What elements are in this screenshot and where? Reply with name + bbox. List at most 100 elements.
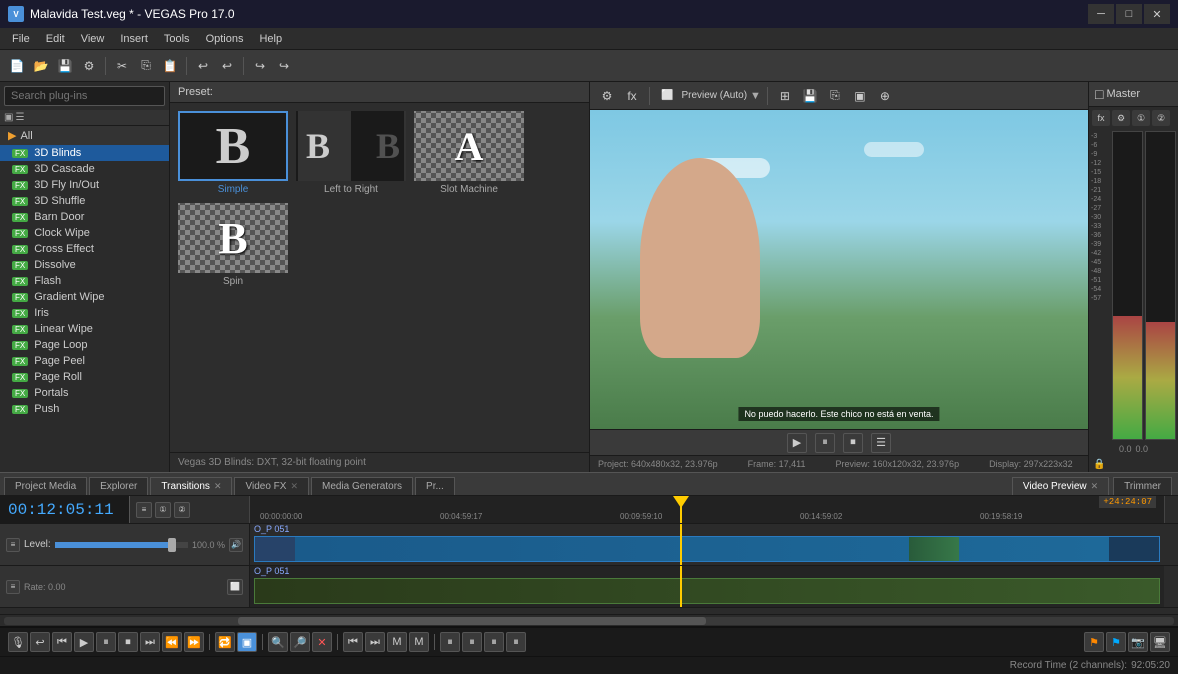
preset-ltr[interactable]: B B Left to Right	[296, 111, 406, 195]
track-menu-btn-audio[interactable]: ≡	[6, 580, 20, 594]
menu-edit[interactable]: Edit	[38, 31, 73, 47]
preview-fx-button[interactable]: fx	[621, 85, 643, 107]
paste-button[interactable]: 📋	[159, 55, 181, 77]
close-button[interactable]: ✕	[1144, 4, 1170, 24]
plugin-gradient-wipe[interactable]: FX Gradient Wipe	[0, 289, 169, 305]
tl-ctrl-3[interactable]: ②	[174, 502, 190, 518]
menu-file[interactable]: File	[4, 31, 38, 47]
tab-transitions[interactable]: Transitions ✕	[150, 477, 232, 495]
properties-button[interactable]: ⚙	[78, 55, 100, 77]
cut-button[interactable]: ✂	[111, 55, 133, 77]
plugin-page-roll[interactable]: FX Page Roll	[0, 369, 169, 385]
transport-zoom-out-btn[interactable]: 🔍	[268, 632, 288, 652]
tab-video-preview[interactable]: Video Preview ✕	[1012, 477, 1109, 495]
preview-extra-button[interactable]: ▣	[849, 85, 871, 107]
play-button[interactable]: ▶	[787, 433, 807, 453]
preview-copy-button[interactable]: ⎘	[824, 85, 846, 107]
plugin-3d-fly[interactable]: FX 3D Fly In/Out	[0, 177, 169, 193]
plugin-push[interactable]: FX Push	[0, 401, 169, 417]
redo2-button[interactable]: ↪	[273, 55, 295, 77]
transport-rewind-btn[interactable]: ↩	[30, 632, 50, 652]
tree-all-item[interactable]: ▶ All	[0, 126, 169, 145]
transport-x2-btn[interactable]: ⏸	[462, 632, 482, 652]
expand-icon[interactable]: ☰	[15, 112, 24, 123]
menu-button[interactable]: ☰	[871, 433, 891, 453]
tab-pr[interactable]: Pr...	[415, 477, 455, 495]
master-v2-button[interactable]: ②	[1152, 110, 1170, 126]
transport-play-btn[interactable]: ▶	[74, 632, 94, 652]
preview-dropdown-icon[interactable]: ▼	[750, 90, 761, 102]
transport-flag1-btn[interactable]: ⚑	[1084, 632, 1104, 652]
preview-mode-button[interactable]: ⬜	[656, 85, 678, 107]
transport-x3-btn[interactable]: ⏸	[484, 632, 504, 652]
plugin-clock-wipe[interactable]: FX Clock Wipe	[0, 225, 169, 241]
video-clip[interactable]	[254, 536, 1160, 562]
preset-slot[interactable]: A Slot Machine	[414, 111, 524, 195]
redo-button[interactable]: ↪	[249, 55, 271, 77]
plugin-cross-effect[interactable]: FX Cross Effect	[0, 241, 169, 257]
track-audio-mute[interactable]: ⬜	[227, 579, 243, 595]
level-handle[interactable]	[168, 538, 176, 552]
hscroll-thumb[interactable]	[238, 617, 706, 625]
plugin-3d-cascade[interactable]: FX 3D Cascade	[0, 161, 169, 177]
transport-next-btn[interactable]: ⏭	[365, 632, 385, 652]
preview-settings-button[interactable]: ⚙	[596, 85, 618, 107]
menu-help[interactable]: Help	[251, 31, 290, 47]
preview-zoom-button[interactable]: ⊕	[874, 85, 896, 107]
tab-video-preview-close[interactable]: ✕	[1091, 481, 1099, 492]
collapse-icon[interactable]: ▣	[4, 112, 13, 123]
master-fx-button[interactable]: fx	[1092, 110, 1110, 126]
plugin-barn-door[interactable]: FX Barn Door	[0, 209, 169, 225]
transport-zoom-in-btn[interactable]: 🔎	[290, 632, 310, 652]
tab-transitions-close[interactable]: ✕	[214, 481, 222, 492]
plugin-page-peel[interactable]: FX Page Peel	[0, 353, 169, 369]
plugin-dissolve[interactable]: FX Dissolve	[0, 257, 169, 273]
tl-ctrl-2[interactable]: ①	[155, 502, 171, 518]
transport-x4-btn[interactable]: ⏸	[506, 632, 526, 652]
transport-loop-btn[interactable]: 🔁	[215, 632, 235, 652]
undo2-button[interactable]: ↩	[216, 55, 238, 77]
master-gear-button[interactable]: ⚙	[1112, 110, 1130, 126]
maximize-button[interactable]: □	[1116, 4, 1142, 24]
track-menu-btn[interactable]: ≡	[6, 538, 20, 552]
open-button[interactable]: 📂	[30, 55, 52, 77]
transport-snap-btn[interactable]: ▣	[237, 632, 257, 652]
pause-button[interactable]: ⏸	[815, 433, 835, 453]
transport-stepfwd-btn[interactable]: ⏩	[184, 632, 204, 652]
plugin-portals[interactable]: FX Portals	[0, 385, 169, 401]
plugin-3d-shuffle[interactable]: FX 3D Shuffle	[0, 193, 169, 209]
preview-save-button[interactable]: 💾	[799, 85, 821, 107]
tab-media-generators[interactable]: Media Generators	[311, 477, 413, 495]
track-scrollbar-a[interactable]	[1164, 566, 1178, 607]
stop-button[interactable]: ⏹	[843, 433, 863, 453]
menu-options[interactable]: Options	[198, 31, 252, 47]
transport-m1-btn[interactable]: M	[387, 632, 407, 652]
track-scrollbar-v[interactable]	[1164, 524, 1178, 565]
preview-grid-button[interactable]: ⊞	[774, 85, 796, 107]
minimize-button[interactable]: ─	[1088, 4, 1114, 24]
tl-ctrl-1[interactable]: ≡	[136, 502, 152, 518]
transport-stepback-btn[interactable]: ⏪	[162, 632, 182, 652]
plugin-page-loop[interactable]: FX Page Loop	[0, 337, 169, 353]
tab-video-fx-close[interactable]: ✕	[290, 481, 298, 492]
transport-prev-btn[interactable]: ⏮	[343, 632, 363, 652]
plugin-3d-blinds[interactable]: FX 3D Blinds	[0, 145, 169, 161]
tab-project-media[interactable]: Project Media	[4, 477, 87, 495]
preset-spin[interactable]: B Spin	[178, 203, 288, 287]
transport-cut2-btn[interactable]: ✕	[312, 632, 332, 652]
track-mute-btn[interactable]: 🔊	[229, 538, 243, 552]
plugin-linear-wipe[interactable]: FX Linear Wipe	[0, 321, 169, 337]
menu-tools[interactable]: Tools	[156, 31, 198, 47]
menu-view[interactable]: View	[73, 31, 113, 47]
transport-pause-btn[interactable]: ⏸	[96, 632, 116, 652]
plugin-flash[interactable]: FX Flash	[0, 273, 169, 289]
level-slider-video[interactable]	[55, 542, 188, 548]
preset-simple[interactable]: B Simple	[178, 111, 288, 195]
tab-video-fx[interactable]: Video FX ✕	[234, 477, 309, 495]
plugin-iris[interactable]: FX Iris	[0, 305, 169, 321]
transport-m2-btn[interactable]: M	[409, 632, 429, 652]
transport-stop-btn[interactable]: ⏹	[118, 632, 138, 652]
transport-skipfwd-btn[interactable]: ⏭	[140, 632, 160, 652]
transport-x1-btn[interactable]: ⏸	[440, 632, 460, 652]
copy-button[interactable]: ⎘	[135, 55, 157, 77]
